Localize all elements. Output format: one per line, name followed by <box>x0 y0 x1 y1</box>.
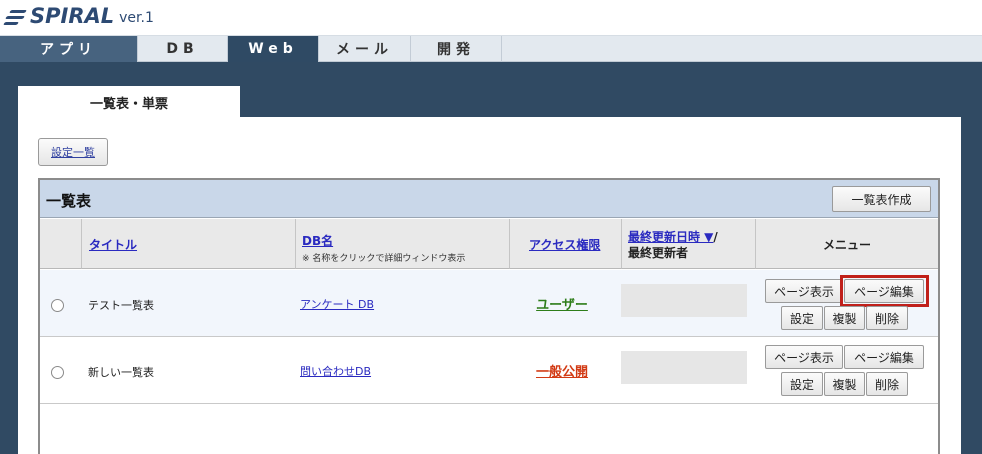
header-slash: / <box>713 230 718 244</box>
page-edit-button[interactable]: ページ編集 <box>844 345 924 369</box>
row-db-link[interactable]: アンケート DB <box>300 296 374 312</box>
sort-access-link[interactable]: アクセス権限 <box>529 236 600 253</box>
page-view-button[interactable]: ページ表示 <box>765 345 843 369</box>
list-title: 一覧表 <box>46 192 92 210</box>
row-db-link[interactable]: 問い合わせDB <box>300 363 371 379</box>
list-table: 一覧表 一覧表作成 タイトル DB名 ※ 名称をクリックで詳細ウィンドウ表示 ア… <box>38 178 940 454</box>
table-row: 新しい一覧表 問い合わせDB 一般公開 ページ表示 ページ編集 設定 複製 削除 <box>40 337 938 404</box>
col-head-access: アクセス権限 <box>510 219 622 269</box>
logo-version: ver.1 <box>119 10 154 26</box>
nav-tab-db[interactable]: DB <box>138 36 228 62</box>
page-view-button[interactable]: ページ表示 <box>765 279 843 303</box>
highlight-box <box>840 275 929 307</box>
sort-updated-link[interactable]: 最終更新日時 ▼ <box>628 230 713 244</box>
row-select-radio[interactable] <box>51 366 64 379</box>
list-settings-button[interactable]: 設定一覧 <box>38 138 108 166</box>
delete-button[interactable]: 削除 <box>866 372 908 396</box>
nav-tab-web[interactable]: Web <box>228 36 319 62</box>
row-access-link[interactable]: 一般公開 <box>510 361 614 380</box>
sort-title-link[interactable]: タイトル <box>89 236 137 253</box>
copy-button[interactable]: 複製 <box>824 372 865 396</box>
logo-text: SPIRAL <box>30 4 115 28</box>
row-updated-cell <box>621 284 747 317</box>
col-head-menu: メニュー <box>756 219 938 269</box>
copy-button[interactable]: 複製 <box>824 306 865 330</box>
row-access-link[interactable]: ユーザー <box>510 294 614 313</box>
db-note: ※ 名称をクリックで詳細ウィンドウ表示 <box>302 254 466 264</box>
delete-button[interactable]: 削除 <box>866 306 908 330</box>
updater-label: 最終更新者 <box>628 246 689 260</box>
row-select-radio[interactable] <box>51 299 64 312</box>
main-nav: アプリ DB Web メール 開発 <box>0 36 982 62</box>
logo-bar: SPIRAL ver.1 <box>0 0 982 36</box>
tab-list-form[interactable]: 一覧表・単票 <box>18 86 240 118</box>
logo: SPIRAL ver.1 <box>3 4 154 28</box>
settings-button[interactable]: 設定 <box>781 306 823 330</box>
list-header: 一覧表 一覧表作成 <box>40 180 938 218</box>
content-panel: 設定一覧 一覧表 一覧表作成 タイトル DB名 ※ 名称をクリックで詳細ウィンド… <box>18 117 961 454</box>
row-title: 新しい一覧表 <box>88 366 154 379</box>
spiral-logo-icon <box>3 6 28 28</box>
table-row: テスト一覧表 アンケート DB ユーザー ページ表示 ページ編集 設定 複製 削… <box>40 270 938 337</box>
settings-button[interactable]: 設定 <box>781 372 823 396</box>
nav-tab-dev[interactable]: 開発 <box>411 36 502 62</box>
col-head-db: DB名 ※ 名称をクリックで詳細ウィンドウ表示 <box>296 219 510 269</box>
nav-tab-mail[interactable]: メール <box>319 36 411 62</box>
col-head-title: タイトル <box>82 219 296 269</box>
sort-db-link[interactable]: DB名 <box>302 234 333 248</box>
row-title: テスト一覧表 <box>88 299 154 312</box>
menu-header-label: メニュー <box>822 238 871 252</box>
nav-tab-app[interactable]: アプリ <box>0 36 138 62</box>
row-updated-cell <box>621 351 747 384</box>
col-head-select <box>40 219 82 269</box>
col-head-updated: 最終更新日時 ▼/ 最終更新者 <box>622 219 756 269</box>
main-area: 一覧表・単票 設定一覧 一覧表 一覧表作成 タイトル DB名 ※ 名称をクリック… <box>0 62 982 454</box>
create-list-button[interactable]: 一覧表作成 <box>832 186 931 212</box>
